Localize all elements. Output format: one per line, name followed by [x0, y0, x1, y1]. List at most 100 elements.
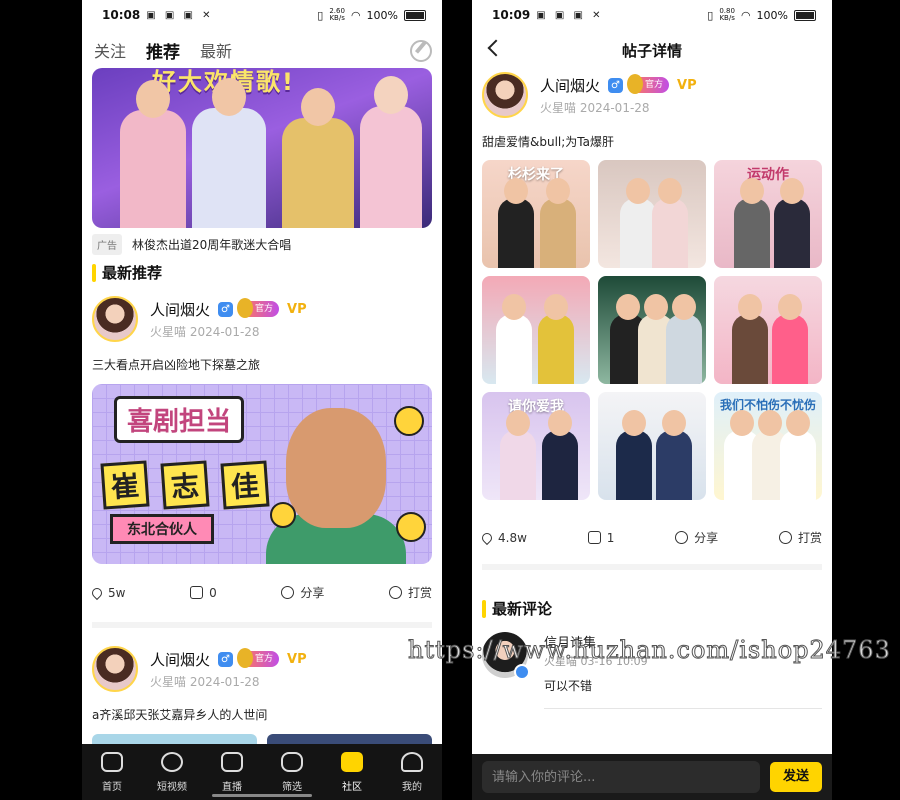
- vip-icon: VP: [287, 301, 307, 317]
- emoji-icon: [394, 406, 424, 436]
- wifi-icon: ◠: [740, 8, 751, 22]
- wifi-icon: ◠: [350, 8, 361, 22]
- tip-button[interactable]: 打赏: [388, 584, 432, 601]
- tab-latest[interactable]: 最新: [200, 38, 232, 62]
- comment-input-bar: 发送: [472, 754, 832, 800]
- avatar[interactable]: [482, 72, 528, 118]
- vip-icon: VP: [287, 651, 307, 667]
- comment-button[interactable]: 0: [190, 584, 217, 601]
- promo-portrait: [266, 394, 406, 564]
- username[interactable]: 人间烟火: [540, 75, 600, 96]
- tab-community[interactable]: 社区: [327, 751, 377, 793]
- tab-short-video[interactable]: 短视频: [147, 751, 197, 793]
- notification-icons: ▣ ▣ ▣ ✕: [536, 9, 604, 21]
- post-header[interactable]: 人间烟火 ♂ 官方 VP 火星喵 2024-01-28: [92, 296, 307, 342]
- like-button[interactable]: 4.8w: [479, 529, 527, 546]
- post-sub: 火星喵 2024-01-28: [150, 324, 260, 339]
- comment-text: 可以不错: [544, 679, 593, 693]
- grid-image[interactable]: [598, 392, 706, 500]
- tv-icon: [221, 751, 243, 772]
- image-grid: 杉杉来了 运动作 请你爱我 我们不怕伤不忧伤: [482, 160, 822, 500]
- username[interactable]: 人间烟火: [150, 649, 210, 670]
- tab-profile[interactable]: 我的: [387, 751, 437, 793]
- banner-person-1: [120, 80, 186, 228]
- ad-text: 林俊杰出道20周年歌迷大合唱: [132, 238, 292, 252]
- banner-person-3: [282, 88, 354, 228]
- tab-home[interactable]: 首页: [87, 751, 137, 793]
- section-title: 最新推荐: [102, 264, 163, 282]
- ad-caption[interactable]: 广告 林俊杰出道20周年歌迷大合唱: [92, 234, 291, 255]
- promo-name-char: 崔: [100, 460, 150, 510]
- avatar[interactable]: [92, 646, 138, 692]
- official-badge: 官方: [627, 74, 670, 94]
- vibrate-icon: ▯: [317, 8, 324, 22]
- post-sub: 火星喵 2024-01-28: [540, 100, 650, 115]
- share-button[interactable]: 分享: [281, 584, 324, 601]
- comment-icon: [190, 586, 204, 599]
- compose-icon[interactable]: [410, 40, 432, 62]
- screenshot-root: 10:08 ▣ ▣ ▣ ✕ ▯ 2.60 KB/s ◠ 100% 关注 推荐 最新…: [0, 0, 900, 800]
- ad-tag: 广告: [92, 234, 122, 255]
- tab-filter[interactable]: 筛选: [267, 751, 317, 793]
- share-icon: [675, 531, 689, 544]
- grid-image[interactable]: [598, 276, 706, 384]
- home-icon: [101, 751, 123, 772]
- username[interactable]: 人间烟火: [150, 299, 210, 320]
- gamepad-icon: [281, 751, 303, 772]
- grid-image[interactable]: 请你爱我: [482, 392, 590, 500]
- tab-label: 短视频: [157, 781, 187, 793]
- feed-tabs: 关注 推荐 最新: [94, 34, 430, 66]
- comment-input[interactable]: [482, 761, 760, 793]
- post-text[interactable]: 三大看点开启凶险地下探墓之旅: [92, 356, 260, 373]
- comment-count: 0: [209, 585, 217, 600]
- tab-live[interactable]: 直播: [207, 751, 257, 793]
- male-icon: [514, 664, 530, 680]
- status-bar: 10:08 ▣ ▣ ▣ ✕ ▯ 2.60 KB/s ◠ 100%: [82, 0, 442, 30]
- post-header[interactable]: 人间烟火 ♂ 官方 VP 火星喵 2024-01-28: [482, 72, 697, 118]
- post-header[interactable]: 人间烟火 ♂ 官方 VP 火星喵 2024-01-28: [92, 646, 307, 692]
- official-badge: 官方: [237, 298, 280, 318]
- avatar[interactable]: [92, 296, 138, 342]
- tab-label: 直播: [222, 781, 242, 793]
- like-button[interactable]: 5w: [89, 584, 125, 601]
- comment-button[interactable]: 1: [587, 529, 615, 546]
- comment-count: 1: [606, 530, 615, 545]
- grid-image[interactable]: 运动作: [714, 160, 822, 268]
- grid-image[interactable]: [482, 276, 590, 384]
- community-icon: [341, 751, 363, 772]
- grid-image[interactable]: [598, 160, 706, 268]
- section-latest-comments: 最新评论: [482, 598, 552, 619]
- play-icon: [161, 751, 183, 772]
- official-badge: 官方: [237, 648, 280, 668]
- male-icon: ♂: [608, 77, 624, 93]
- status-bar: 10:09 ▣ ▣ ▣ ✕ ▯ 0.80 KB/s ◠ 100%: [472, 0, 832, 30]
- tip-button[interactable]: 打赏: [778, 529, 822, 546]
- grid-image[interactable]: 杉杉来了: [482, 160, 590, 268]
- promo-name: 崔 志 佳: [100, 460, 270, 510]
- banner-person-2: [192, 78, 266, 228]
- yen-icon: [778, 531, 792, 544]
- post-image[interactable]: 喜剧担当 崔 志 佳 东北合伙人: [92, 384, 432, 564]
- male-icon: ♂: [218, 651, 234, 667]
- home-indicator: [212, 794, 312, 797]
- grid-image-title: 请你爱我: [508, 399, 564, 415]
- tab-follow[interactable]: 关注: [94, 38, 126, 62]
- ad-banner[interactable]: 好大欢情歌!: [92, 68, 432, 228]
- grid-image[interactable]: [714, 276, 822, 384]
- grid-image[interactable]: 我们不怕伤不忧伤: [714, 392, 822, 500]
- emoji-icon: [270, 502, 296, 528]
- share-button[interactable]: 分享: [675, 529, 718, 546]
- battery-percent: 100%: [756, 8, 788, 22]
- comment-icon: [587, 531, 601, 544]
- person-icon: [401, 751, 423, 772]
- heart-icon: [479, 530, 495, 545]
- battery-percent: 100%: [366, 8, 398, 22]
- network-speed: 2.60 KB/s: [329, 7, 345, 22]
- send-button[interactable]: 发送: [770, 762, 822, 792]
- battery-icon: [794, 9, 816, 21]
- post-actions: 5w 0 分享 打赏: [89, 584, 432, 601]
- tab-label: 筛选: [282, 781, 302, 793]
- post-detail-screen: 10:09 ▣ ▣ ▣ ✕ ▯ 0.80 KB/s ◠ 100% 帖子详情 人间烟…: [472, 0, 832, 800]
- tab-recommend[interactable]: 推荐: [146, 38, 180, 63]
- post-text[interactable]: a齐溪邱天张艾嘉异乡人的人世间: [92, 706, 267, 723]
